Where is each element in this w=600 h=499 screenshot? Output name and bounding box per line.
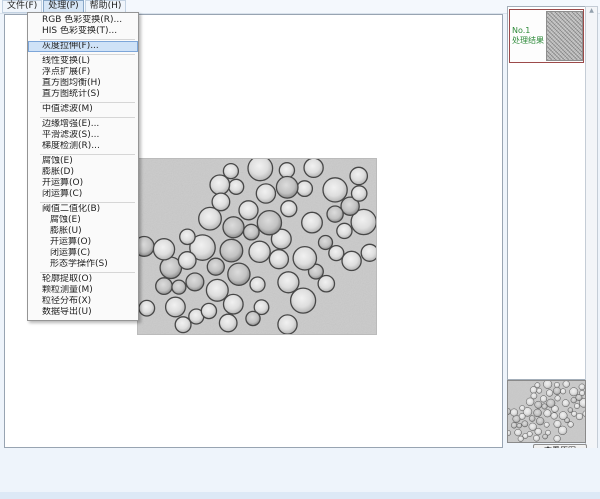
- menu-item[interactable]: 开运算(O): [28, 178, 138, 189]
- menu-item[interactable]: 阈值二值化(B): [28, 204, 138, 215]
- result-thumbnail[interactable]: [546, 11, 583, 61]
- menu-item[interactable]: 腐蚀(E): [28, 156, 138, 167]
- menu-separator: [28, 115, 138, 119]
- menu-item[interactable]: 浮点扩展(F): [28, 67, 138, 78]
- menu-separator: [28, 52, 138, 56]
- menu-item[interactable]: 线性变换(L): [28, 56, 138, 67]
- menu-item[interactable]: 闭运算(C): [28, 248, 138, 259]
- menu-item[interactable]: 膨胀(D): [28, 167, 138, 178]
- result-item-label: 处理结果: [512, 36, 546, 46]
- menu-separator: [28, 100, 138, 104]
- menu-item[interactable]: 灰度拉伸(F)...: [28, 41, 138, 52]
- result-list-scrollbar[interactable]: ▲ ▼: [585, 6, 598, 457]
- process-menu-dropdown: RGB 色彩变换(R)...HIS 色彩变换(T)... 灰度拉伸(F)... 线性…: [27, 12, 139, 321]
- menu-item[interactable]: 平滑滤波(S)...: [28, 130, 138, 141]
- result-item-index: No.1: [512, 26, 546, 36]
- menu-item[interactable]: 粒径分布(X): [28, 296, 138, 307]
- menu-item[interactable]: 直方图统计(S): [28, 89, 138, 100]
- result-item-text: No.1 处理结果: [510, 26, 546, 46]
- menu-item[interactable]: 开运算(O): [28, 237, 138, 248]
- menu-item[interactable]: RGB 色彩变换(R)...: [28, 15, 138, 26]
- microsphere-image: [138, 159, 376, 334]
- menu-separator: [28, 270, 138, 274]
- bottom-toolbar: 工程操作 打开 保存 处理设置 自动处理 ✓ 工具: 二值 ▼ 打开图像 处理 …: [0, 448, 600, 492]
- menu-item[interactable]: 中值滤波(M): [28, 104, 138, 115]
- menu-item[interactable]: HIS 色彩变换(T)...: [28, 26, 138, 37]
- window-bottom-strip: [0, 492, 600, 499]
- menu-item[interactable]: 梯度检测(R)...: [28, 141, 138, 152]
- result-list-item[interactable]: No.1 处理结果: [509, 9, 584, 63]
- original-image-thumbnail[interactable]: [507, 380, 586, 443]
- menu-item[interactable]: 颗粒测量(M): [28, 285, 138, 296]
- menu-separator: [28, 37, 138, 41]
- menu-item[interactable]: 形态学操作(S): [28, 259, 138, 270]
- menu-separator: [28, 200, 138, 204]
- app-window: 文件(F)处理(P)帮助(H) RGB 色彩变换(R)...HIS 色彩变换(T…: [0, 0, 600, 499]
- menu-item[interactable]: 轮廓提取(O): [28, 274, 138, 285]
- menu-item[interactable]: 边缘增强(E)...: [28, 119, 138, 130]
- menu-separator: [28, 152, 138, 156]
- menu-item[interactable]: 数据导出(U): [28, 307, 138, 318]
- menu-item[interactable]: 腐蚀(E): [28, 215, 138, 226]
- menu-item[interactable]: 膨胀(U): [28, 226, 138, 237]
- scroll-up-icon[interactable]: ▲: [589, 7, 594, 15]
- menu-item[interactable]: 直方图均衡(H): [28, 78, 138, 89]
- menu-item[interactable]: 闭运算(C): [28, 189, 138, 200]
